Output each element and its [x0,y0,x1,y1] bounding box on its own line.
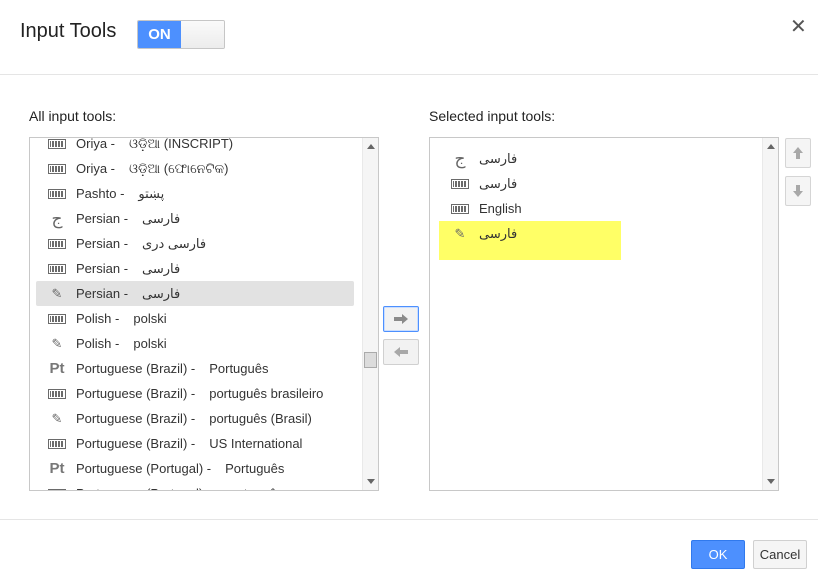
selected-tool-name: فارسی [479,150,518,166]
tool-name: Persian - [76,236,129,251]
all-tools-item[interactable]: Pt Portuguese (Portugal) - Português [36,456,354,481]
all-tools-item[interactable]: ✎ Persian - فارسی [36,281,354,306]
move-up-button[interactable] [785,138,811,168]
tool-native-name: ଓଡ଼ିଆ (INSCRIPT) [129,137,234,151]
toggle-on-label: ON [138,21,181,48]
tool-native-name: پښتو [138,185,165,201]
all-tools-list[interactable]: Portuguese (Portugal) -português europeu… [29,137,379,491]
tool-native-name: فارسی دری [142,235,207,251]
keyboard-icon [445,203,475,214]
close-icon[interactable]: ✕ [790,16,807,38]
selected-tool-name: English [479,201,522,216]
tool-native-name: ଓଡ଼ିଆ (ଫୋନେଟିକ) [129,160,229,176]
ok-button[interactable]: OK [691,540,745,569]
arrow-right-icon [394,314,408,324]
tool-name: Persian - [76,211,129,226]
tool-name: Portuguese (Portugal) - [76,461,212,476]
dialog-title: Input Tools [20,20,117,42]
pencil-icon: ✎ [51,410,63,426]
all-tools-scrollbar[interactable] [362,138,378,490]
selected-tools-label: Selected input tools: [429,108,556,124]
keyboard-icon [445,178,475,189]
selected-tools-list[interactable]: ✎ فارسی English فارسی ج فارسی [429,137,779,491]
tool-name: Portuguese (Brazil) - [76,411,196,426]
tool-name: Oriya - [76,137,115,151]
all-tools-item[interactable]: Persian - فارسی دری [36,231,354,256]
all-tools-item[interactable]: Oriya - ଓଡ଼ିଆ (ଫୋନେଟିକ) [36,156,354,181]
selected-tool-name: فارسی [479,175,518,191]
tool-native-name: português brasileiro [209,386,324,401]
all-tools-item[interactable]: ج Persian - فارسی [36,206,354,231]
tool-native-name: Português [225,461,285,476]
remove-tool-button[interactable] [383,339,419,365]
all-tools-item[interactable]: Pashto - پښتو [36,181,354,206]
tool-name: Oriya - [76,161,115,176]
tool-native-name: polski [133,311,167,326]
tool-name: Portuguese (Brazil) - [76,436,196,451]
selected-tools-item[interactable]: فارسی [439,171,621,196]
pencil-icon: ✎ [51,285,63,301]
keyboard-icon [42,138,72,149]
add-tool-button[interactable] [383,306,419,332]
tool-name: Persian - [76,286,129,301]
arrow-up-icon [793,147,803,159]
scroll-up-icon[interactable] [367,144,375,149]
transliteration-icon: ج [51,208,63,228]
keyboard-icon [42,263,72,274]
transliteration-icon: ج [454,148,466,168]
dialog-header: Input Tools ON ✕ [0,0,818,75]
pencil-icon: ✎ [454,226,466,241]
tool-native-name: Português [209,361,269,376]
tool-native-name: فارسی [142,210,181,226]
tool-native-name: فارسی [142,285,181,301]
keyboard-icon [42,388,72,399]
move-down-button[interactable] [785,176,811,206]
tool-name: Polish - [76,336,120,351]
all-tools-item[interactable]: Persian - فارسی [36,256,354,281]
tool-native-name: فارسی [142,260,181,276]
scroll-up-icon[interactable] [767,144,775,149]
tool-name: Portuguese (Portugal) - [72,486,211,490]
tool-name: Pashto - [76,186,125,201]
scroll-down-icon[interactable] [767,479,775,484]
all-tools-item[interactable]: Portuguese (Brazil) - português brasileir… [36,381,354,406]
all-tools-item[interactable]: Polish - polski [36,306,354,331]
all-tools-item[interactable]: ✎ Polish - polski [36,331,354,356]
arrow-down-icon [793,185,803,197]
all-tools-item[interactable]: Oriya - ଓଡ଼ିଆ (INSCRIPT) [36,137,354,156]
all-tools-label: All input tools: [29,108,117,124]
keyboard-icon [42,238,72,249]
selected-tools-scrollbar[interactable] [762,138,778,490]
tool-native-name: polski [133,336,167,351]
keyboard-icon [42,313,72,324]
tool-name: Persian - [76,261,129,276]
keyboard-icon [42,438,72,449]
tool-native-name: português (Brasil) [209,411,312,426]
selected-tools-item[interactable]: ✎ فارسی [439,221,621,260]
pencil-icon: ✎ [51,335,63,351]
tool-native-name: US International [209,436,303,451]
tool-name: Portuguese (Brazil) - [76,386,196,401]
keyboard-icon [42,163,72,174]
pt-icon: Pt [49,460,65,477]
keyboard-icon [42,188,72,199]
all-tools-item[interactable]: ✎ Portuguese (Brazil) - português (Brasil) [36,406,354,431]
arrow-left-icon [394,347,408,357]
selected-tools-item[interactable]: English [439,196,621,221]
pt-icon: Pt [49,360,65,377]
scroll-thumb[interactable] [364,352,377,368]
keyboard-icon [42,488,72,490]
scroll-down-icon[interactable] [367,479,375,484]
cancel-button[interactable]: Cancel [753,540,807,569]
tool-native-name: português europeu [211,486,334,490]
input-tools-toggle[interactable]: ON [137,20,225,49]
selected-tool-name: فارسی [479,226,518,241]
tool-name: Polish - [76,311,120,326]
tool-name: Portuguese (Brazil) - [76,361,196,376]
selected-tools-item[interactable]: ج فارسی [439,146,621,171]
all-tools-item[interactable]: Pt Portuguese (Brazil) - Português [36,356,354,381]
all-tools-item[interactable]: Portuguese (Portugal) -português europeu [36,481,354,490]
toggle-knob [181,21,224,48]
all-tools-item[interactable]: Portuguese (Brazil) - US International [36,431,354,456]
